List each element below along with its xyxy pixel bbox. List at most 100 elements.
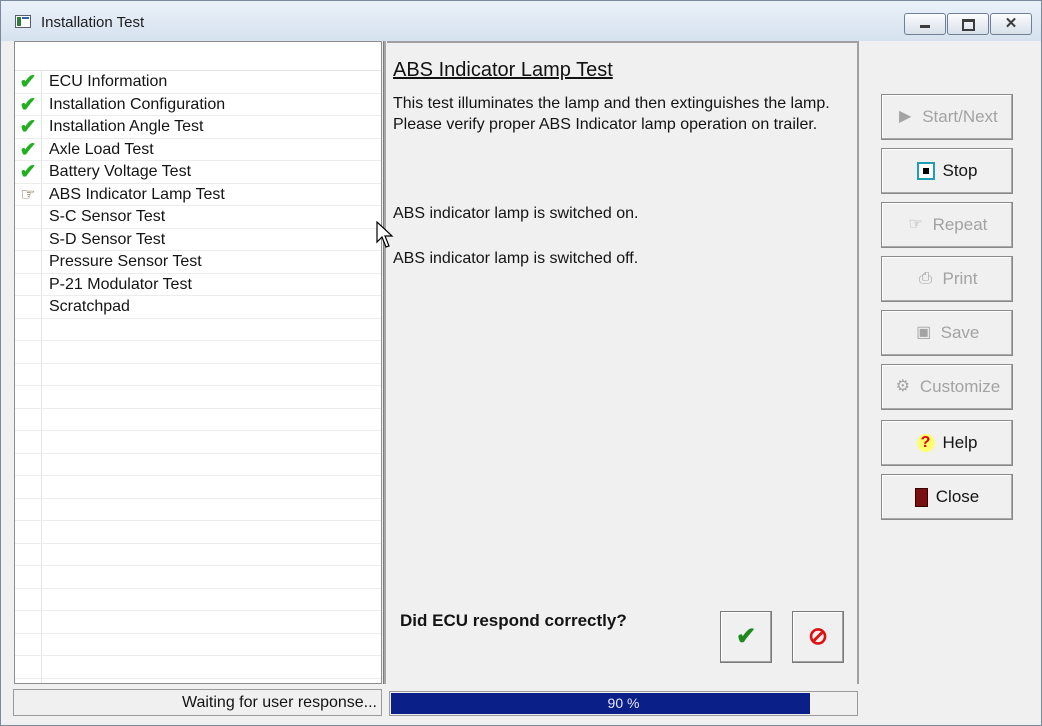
list-item-label: ABS Indicator Lamp Test xyxy=(49,185,225,203)
empty-row xyxy=(15,634,381,656)
empty-row xyxy=(15,409,381,431)
empty-row xyxy=(15,341,381,364)
empty-row xyxy=(15,521,381,544)
pane-splitter[interactable] xyxy=(383,41,386,684)
close-label: Close xyxy=(935,487,980,506)
empty-row xyxy=(15,656,381,679)
checkmark-icon: ✔ xyxy=(19,71,37,93)
pointing-hand-icon: ☞ xyxy=(20,184,36,204)
save-button[interactable]: ▣ Save xyxy=(881,310,1013,356)
help-button[interactable]: ? Help xyxy=(881,420,1013,466)
list-item[interactable]: ✔ Installation Configuration xyxy=(15,93,381,116)
empty-row xyxy=(15,566,381,589)
installation-test-window: Installation Test ✕ ✔ ECU Information ✔ Ins… xyxy=(0,0,1042,726)
customize-button[interactable]: ⚙ Customize xyxy=(881,364,1013,410)
list-item-label: Battery Voltage Test xyxy=(49,163,192,180)
status-bar: Waiting for user response... 90 % xyxy=(1,685,1041,725)
checkmark-icon: ✔ xyxy=(19,93,37,116)
stop-label: Stop xyxy=(942,161,978,180)
test-description: This test illuminates the lamp and then … xyxy=(393,93,833,135)
list-item-label: Installation Configuration xyxy=(49,95,226,113)
checkmark-icon: ✔ xyxy=(735,623,757,650)
checkmark-icon: ✔ xyxy=(19,116,37,138)
list-item-label: S-D Sensor Test xyxy=(49,230,166,248)
stop-button[interactable]: Stop xyxy=(881,148,1013,194)
window-title: Installation Test xyxy=(41,14,145,31)
customize-icon: ⚙ xyxy=(895,378,911,395)
list-item-label: Installation Angle Test xyxy=(49,118,204,135)
blank-icon xyxy=(17,275,39,295)
test-list[interactable]: ✔ ECU Information ✔ Installation Configurat… xyxy=(14,41,382,684)
repeat-button[interactable]: ☞ Repeat xyxy=(881,202,1013,248)
list-item-label: Axle Load Test xyxy=(49,140,154,158)
question-text: Did ECU respond correctly? xyxy=(400,611,627,630)
empty-row xyxy=(15,431,381,454)
close-button[interactable]: Close xyxy=(881,474,1013,520)
empty-row xyxy=(15,364,381,386)
empty-row xyxy=(15,589,381,611)
maximize-button[interactable] xyxy=(947,13,989,35)
blank-icon xyxy=(17,207,39,227)
play-icon: ▶ xyxy=(899,108,912,125)
status-lamp-off: ABS indicator lamp is switched off. xyxy=(393,250,639,267)
repeat-icon: ☞ xyxy=(908,216,923,233)
blank-icon xyxy=(17,252,39,272)
list-item-label: P-21 Modulator Test xyxy=(49,275,192,293)
empty-row xyxy=(15,611,381,634)
progress-bar: 90 % xyxy=(389,691,858,716)
list-item[interactable]: Pressure Sensor Test xyxy=(15,251,381,274)
empty-row xyxy=(15,499,381,521)
close-icon: ✕ xyxy=(1004,15,1018,32)
list-item[interactable]: ✔ Battery Voltage Test xyxy=(15,161,381,184)
list-item[interactable]: ☞ ABS Indicator Lamp Test xyxy=(15,184,381,206)
print-label: Print xyxy=(942,269,978,288)
test-title: ABS Indicator Lamp Test xyxy=(393,59,613,81)
mouse-cursor-icon xyxy=(376,221,394,248)
printer-icon: ⎙ xyxy=(919,270,932,287)
list-header xyxy=(15,42,381,71)
yes-button[interactable]: ✔ xyxy=(720,611,772,663)
repeat-label: Repeat xyxy=(932,215,988,234)
title-bar[interactable]: Installation Test ✕ xyxy=(1,1,1041,41)
empty-row xyxy=(15,319,381,341)
start-next-label: Start/Next xyxy=(922,107,998,126)
list-item[interactable]: P-21 Modulator Test xyxy=(15,274,381,296)
list-item-label: S-C Sensor Test xyxy=(49,208,166,225)
progress-label: 90 % xyxy=(607,695,640,711)
checkmark-icon: ✔ xyxy=(19,138,37,161)
floppy-disk-icon: ▣ xyxy=(916,324,932,341)
no-button[interactable]: ⊘ xyxy=(792,611,844,663)
stop-icon xyxy=(916,162,935,180)
status-lamp-on: ABS indicator lamp is switched on. xyxy=(393,205,639,222)
customize-label: Customize xyxy=(919,377,1001,396)
test-detail-panel: ABS Indicator Lamp Test This test illumi… xyxy=(387,41,859,684)
help-label: Help xyxy=(942,433,978,452)
blank-icon xyxy=(17,297,39,317)
empty-row xyxy=(15,476,381,499)
description-line-1: This test illuminates the lamp and then … xyxy=(393,95,830,112)
list-item-label: Pressure Sensor Test xyxy=(49,253,202,270)
blank-icon xyxy=(17,230,39,250)
prohibited-icon: ⊘ xyxy=(807,623,829,650)
start-next-button[interactable]: ▶ Start/Next xyxy=(881,94,1013,140)
maximize-icon xyxy=(948,14,988,34)
list-item-label: ECU Information xyxy=(49,73,168,90)
list-item[interactable]: ✔ Axle Load Test xyxy=(15,138,381,161)
empty-row xyxy=(15,544,381,566)
description-line-2: Please verify proper ABS Indicator lamp … xyxy=(393,116,818,133)
close-window-button[interactable]: ✕ xyxy=(990,13,1032,35)
list-item[interactable]: ✔ ECU Information xyxy=(15,71,381,94)
minimize-button[interactable] xyxy=(904,13,946,35)
empty-row xyxy=(15,454,381,476)
door-icon xyxy=(914,487,928,507)
app-icon xyxy=(15,15,31,28)
list-item[interactable]: Scratchpad xyxy=(15,296,381,319)
list-item[interactable]: S-D Sensor Test xyxy=(15,229,381,251)
status-message: Waiting for user response... xyxy=(13,689,382,716)
save-label: Save xyxy=(940,323,980,342)
checkmark-icon: ✔ xyxy=(19,161,37,183)
list-item-label: Scratchpad xyxy=(49,298,130,315)
list-item[interactable]: ✔ Installation Angle Test xyxy=(15,116,381,139)
list-item[interactable]: S-C Sensor Test xyxy=(15,206,381,229)
print-button[interactable]: ⎙ Print xyxy=(881,256,1013,302)
